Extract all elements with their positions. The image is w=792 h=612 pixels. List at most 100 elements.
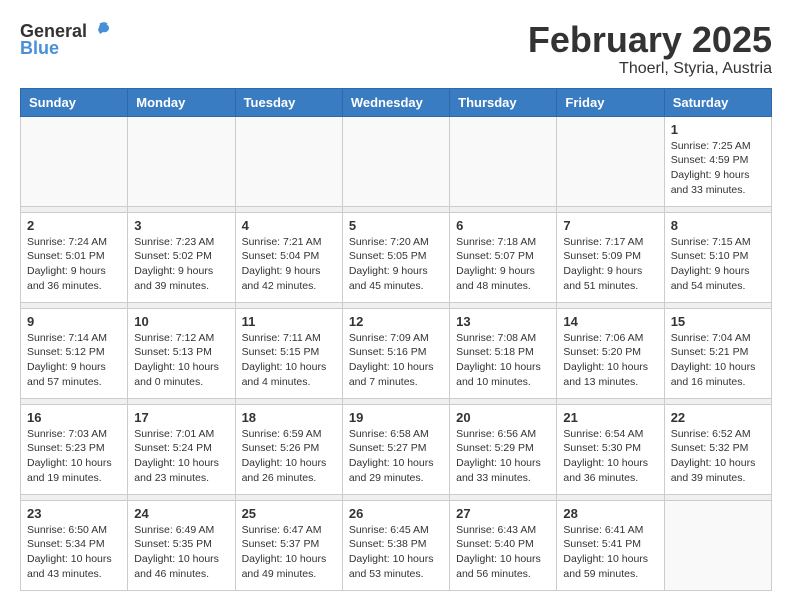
day-info: Sunrise: 7:24 AM Sunset: 5:01 PM Dayligh…	[27, 235, 121, 294]
day-number: 11	[242, 314, 336, 329]
day-info: Sunrise: 7:21 AM Sunset: 5:04 PM Dayligh…	[242, 235, 336, 294]
day-number: 17	[134, 410, 228, 425]
day-info: Sunrise: 7:04 AM Sunset: 5:21 PM Dayligh…	[671, 331, 765, 390]
day-number: 24	[134, 506, 228, 521]
calendar-cell-w1-d5: 7 Sunrise: 7:17 AM Sunset: 5:09 PM Daylig…	[557, 212, 664, 302]
calendar-cell-w0-d6: 1Sunrise: 7:25 AM Sunset: 4:59 PM Daylig…	[664, 116, 771, 206]
header-friday: Friday	[557, 88, 664, 116]
day-info: Sunrise: 6:59 AM Sunset: 5:26 PM Dayligh…	[242, 427, 336, 486]
day-number: 26	[349, 506, 443, 521]
day-info: Sunrise: 7:01 AM Sunset: 5:24 PM Dayligh…	[134, 427, 228, 486]
calendar-cell-w0-d0	[21, 116, 128, 206]
calendar-table: Sunday Monday Tuesday Wednesday Thursday…	[20, 88, 772, 591]
day-info: Sunrise: 7:06 AM Sunset: 5:20 PM Dayligh…	[563, 331, 657, 390]
day-info: Sunrise: 6:58 AM Sunset: 5:27 PM Dayligh…	[349, 427, 443, 486]
day-number: 4	[242, 218, 336, 233]
day-number: 9	[27, 314, 121, 329]
calendar-cell-w4-d4: 27 Sunrise: 6:43 AM Sunset: 5:40 PM Dayli…	[450, 500, 557, 590]
day-number: 7	[563, 218, 657, 233]
location-subtitle: Thoerl, Styria, Austria	[528, 60, 772, 78]
calendar-cell-w0-d2	[235, 116, 342, 206]
calendar-cell-w3-d3: 19 Sunrise: 6:58 AM Sunset: 5:27 PM Dayli…	[342, 404, 449, 494]
day-info: Sunrise: 7:14 AM Sunset: 5:12 PM Dayligh…	[27, 331, 121, 390]
day-number: 27	[456, 506, 550, 521]
calendar-cell-w4-d5: 28 Sunrise: 6:41 AM Sunset: 5:41 PM Dayli…	[557, 500, 664, 590]
calendar-cell-w2-d5: 14 Sunrise: 7:06 AM Sunset: 5:20 PM Dayli…	[557, 308, 664, 398]
calendar-cell-w0-d1	[128, 116, 235, 206]
calendar-cell-w1-d4: 6 Sunrise: 7:18 AM Sunset: 5:07 PM Daylig…	[450, 212, 557, 302]
weekday-header-row: Sunday Monday Tuesday Wednesday Thursday…	[21, 88, 772, 116]
calendar-cell-w2-d3: 12Sunrise: 7:09 AM Sunset: 5:16 PM Dayli…	[342, 308, 449, 398]
day-number: 3	[134, 218, 228, 233]
day-number: 28	[563, 506, 657, 521]
month-year-title: February 2025	[528, 20, 772, 60]
day-number: 10	[134, 314, 228, 329]
title-block: February 2025 Thoerl, Styria, Austria	[528, 20, 772, 78]
week-row-2: 2 Sunrise: 7:24 AM Sunset: 5:01 PM Daylig…	[21, 212, 772, 302]
day-info: Sunrise: 6:54 AM Sunset: 5:30 PM Dayligh…	[563, 427, 657, 486]
page-container: General Blue February 2025 Thoerl, Styri…	[20, 20, 772, 591]
day-number: 18	[242, 410, 336, 425]
day-info: Sunrise: 7:08 AM Sunset: 5:18 PM Dayligh…	[456, 331, 550, 390]
calendar-cell-w1-d2: 4 Sunrise: 7:21 AM Sunset: 5:04 PM Daylig…	[235, 212, 342, 302]
header: General Blue February 2025 Thoerl, Styri…	[20, 20, 772, 78]
day-info: Sunrise: 7:15 AM Sunset: 5:10 PM Dayligh…	[671, 235, 765, 294]
day-info: Sunrise: 7:11 AM Sunset: 5:15 PM Dayligh…	[242, 331, 336, 390]
calendar-cell-w3-d5: 21Sunrise: 6:54 AM Sunset: 5:30 PM Dayli…	[557, 404, 664, 494]
calendar-cell-w1-d3: 5 Sunrise: 7:20 AM Sunset: 5:05 PM Daylig…	[342, 212, 449, 302]
day-number: 15	[671, 314, 765, 329]
day-number: 2	[27, 218, 121, 233]
day-info: Sunrise: 6:50 AM Sunset: 5:34 PM Dayligh…	[27, 523, 121, 582]
day-info: Sunrise: 6:56 AM Sunset: 5:29 PM Dayligh…	[456, 427, 550, 486]
day-info: Sunrise: 7:17 AM Sunset: 5:09 PM Dayligh…	[563, 235, 657, 294]
calendar-cell-w4-d1: 24 Sunrise: 6:49 AM Sunset: 5:35 PM Dayli…	[128, 500, 235, 590]
header-monday: Monday	[128, 88, 235, 116]
header-wednesday: Wednesday	[342, 88, 449, 116]
calendar-cell-w2-d0: 9 Sunrise: 7:14 AM Sunset: 5:12 PM Daylig…	[21, 308, 128, 398]
day-info: Sunrise: 6:41 AM Sunset: 5:41 PM Dayligh…	[563, 523, 657, 582]
header-tuesday: Tuesday	[235, 88, 342, 116]
day-number: 13	[456, 314, 550, 329]
calendar-cell-w3-d2: 18 Sunrise: 6:59 AM Sunset: 5:26 PM Dayli…	[235, 404, 342, 494]
day-info: Sunrise: 7:20 AM Sunset: 5:05 PM Dayligh…	[349, 235, 443, 294]
day-info: Sunrise: 7:12 AM Sunset: 5:13 PM Dayligh…	[134, 331, 228, 390]
calendar-cell-w0-d3	[342, 116, 449, 206]
day-number: 22	[671, 410, 765, 425]
day-number: 12	[349, 314, 443, 329]
day-info: Sunrise: 6:49 AM Sunset: 5:35 PM Dayligh…	[134, 523, 228, 582]
day-number: 6	[456, 218, 550, 233]
calendar-cell-w1-d0: 2 Sunrise: 7:24 AM Sunset: 5:01 PM Daylig…	[21, 212, 128, 302]
logo-blue-text: Blue	[20, 38, 59, 59]
week-row-5: 23 Sunrise: 6:50 AM Sunset: 5:34 PM Dayli…	[21, 500, 772, 590]
calendar-cell-w1-d1: 3 Sunrise: 7:23 AM Sunset: 5:02 PM Daylig…	[128, 212, 235, 302]
calendar-cell-w4-d0: 23 Sunrise: 6:50 AM Sunset: 5:34 PM Dayli…	[21, 500, 128, 590]
week-row-1: 1Sunrise: 7:25 AM Sunset: 4:59 PM Daylig…	[21, 116, 772, 206]
day-info: Sunrise: 6:47 AM Sunset: 5:37 PM Dayligh…	[242, 523, 336, 582]
week-row-4: 16Sunrise: 7:03 AM Sunset: 5:23 PM Dayli…	[21, 404, 772, 494]
day-info: Sunrise: 6:52 AM Sunset: 5:32 PM Dayligh…	[671, 427, 765, 486]
day-info: Sunrise: 7:18 AM Sunset: 5:07 PM Dayligh…	[456, 235, 550, 294]
day-number: 1	[671, 122, 765, 137]
day-info: Sunrise: 7:03 AM Sunset: 5:23 PM Dayligh…	[27, 427, 121, 486]
day-number: 14	[563, 314, 657, 329]
day-number: 8	[671, 218, 765, 233]
calendar-cell-w2-d2: 11 Sunrise: 7:11 AM Sunset: 5:15 PM Dayli…	[235, 308, 342, 398]
day-info: Sunrise: 7:23 AM Sunset: 5:02 PM Dayligh…	[134, 235, 228, 294]
day-number: 19	[349, 410, 443, 425]
header-thursday: Thursday	[450, 88, 557, 116]
header-sunday: Sunday	[21, 88, 128, 116]
calendar-cell-w3-d4: 20 Sunrise: 6:56 AM Sunset: 5:29 PM Dayli…	[450, 404, 557, 494]
calendar-cell-w3-d0: 16Sunrise: 7:03 AM Sunset: 5:23 PM Dayli…	[21, 404, 128, 494]
day-info: Sunrise: 6:43 AM Sunset: 5:40 PM Dayligh…	[456, 523, 550, 582]
week-row-3: 9 Sunrise: 7:14 AM Sunset: 5:12 PM Daylig…	[21, 308, 772, 398]
calendar-cell-w0-d4	[450, 116, 557, 206]
day-number: 5	[349, 218, 443, 233]
calendar-cell-w3-d6: 22 Sunrise: 6:52 AM Sunset: 5:32 PM Dayli…	[664, 404, 771, 494]
calendar-cell-w2-d4: 13 Sunrise: 7:08 AM Sunset: 5:18 PM Dayli…	[450, 308, 557, 398]
calendar-cell-w0-d5	[557, 116, 664, 206]
calendar-cell-w1-d6: 8 Sunrise: 7:15 AM Sunset: 5:10 PM Daylig…	[664, 212, 771, 302]
day-number: 25	[242, 506, 336, 521]
day-info: Sunrise: 6:45 AM Sunset: 5:38 PM Dayligh…	[349, 523, 443, 582]
day-number: 20	[456, 410, 550, 425]
day-number: 23	[27, 506, 121, 521]
